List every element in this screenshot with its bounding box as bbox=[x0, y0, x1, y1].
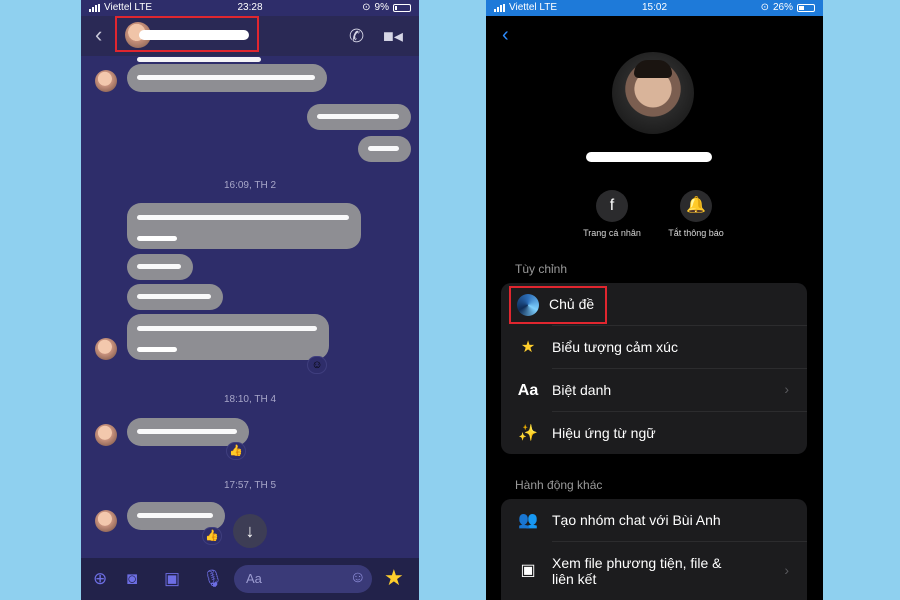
video-call-icon[interactable]: ■◂ bbox=[383, 26, 403, 47]
message-input[interactable]: Aa ☺ bbox=[234, 565, 372, 593]
plus-icon[interactable]: ⊕ bbox=[93, 569, 107, 589]
battery-percent: 26% bbox=[772, 2, 793, 13]
other-actions-group: 👥 Tạo nhóm chat với Bùi Anh ▣ Xem file p… bbox=[501, 499, 807, 600]
message-bubble bbox=[127, 284, 223, 310]
star-icon: ★ bbox=[520, 339, 536, 356]
smile-reaction-icon[interactable]: ☺ bbox=[307, 356, 327, 374]
message-bubble bbox=[127, 314, 329, 360]
message-timestamp: 16:09, TH 2 bbox=[223, 180, 277, 191]
status-bar: Viettel LTE 23:28 ⊙ 9% bbox=[81, 0, 419, 16]
message-bubble-sent bbox=[307, 104, 411, 130]
message-bubble-sent bbox=[358, 136, 411, 162]
setting-word-effects[interactable]: ✨ Hiệu ứng từ ngữ bbox=[501, 412, 807, 455]
avatar bbox=[95, 70, 117, 92]
setting-nickname[interactable]: Aa Biệt danh › bbox=[501, 369, 807, 412]
thumbs-up-reaction-icon[interactable]: 👍 bbox=[226, 442, 246, 460]
action-label: Xem file phương tiện, file & bbox=[552, 555, 722, 571]
message-timestamp: 18:10, TH 4 bbox=[223, 394, 277, 405]
message-bubble bbox=[127, 64, 327, 92]
action-label: Tạo nhóm chat với Bùi Anh bbox=[552, 512, 721, 528]
setting-emoji[interactable]: ★ Biểu tượng cảm xúc bbox=[501, 326, 807, 369]
action-label-line2: liên kết bbox=[552, 571, 597, 587]
action-view-media[interactable]: ▣ Xem file phương tiện, file & liên kết … bbox=[501, 542, 807, 600]
emoji-icon[interactable]: ☺ bbox=[350, 569, 366, 587]
scroll-down-arrow-icon[interactable]: ↓ bbox=[233, 514, 267, 548]
lock-rotation-icon: ⊙ bbox=[760, 2, 769, 13]
battery-icon bbox=[797, 3, 815, 12]
message-bubble bbox=[127, 502, 225, 530]
battery-percent: 9% bbox=[374, 2, 389, 13]
back-chevron-icon[interactable]: ‹ bbox=[95, 22, 102, 48]
section-title-customize: Tùy chỉnh bbox=[515, 262, 568, 276]
status-bar: Viettel LTE 15:02 ⊙ 26% bbox=[486, 0, 823, 16]
avatar bbox=[95, 510, 117, 532]
thumbs-up-reaction-icon[interactable]: 👍 bbox=[202, 527, 222, 545]
section-title-other-actions: Hành động khác bbox=[515, 478, 603, 492]
avatar bbox=[95, 338, 117, 360]
magic-wand-icon: ✨ bbox=[518, 425, 538, 442]
setting-label: Hiệu ứng từ ngữ bbox=[552, 425, 656, 441]
chat-header: ‹ ✆ ■◂ bbox=[81, 16, 419, 56]
profile-name-redacted bbox=[586, 152, 712, 162]
chat-settings-screen: Viettel LTE 15:02 ⊙ 26% ‹ f Trang cá nhâ… bbox=[486, 0, 823, 600]
message-bubble bbox=[127, 254, 193, 280]
chat-screen: Viettel LTE 23:28 ⊙ 9% ‹ ✆ ■◂ 16:09, TH … bbox=[81, 0, 419, 600]
setting-label: Biệt danh bbox=[552, 382, 612, 398]
lock-rotation-icon: ⊙ bbox=[362, 2, 371, 13]
battery-icon bbox=[393, 3, 411, 12]
avatar bbox=[95, 424, 117, 446]
highlight-box bbox=[509, 286, 607, 324]
group-icon: 👥 bbox=[518, 512, 538, 529]
phone-call-icon[interactable]: ✆ bbox=[349, 26, 364, 47]
gallery-icon[interactable]: ▣ bbox=[164, 569, 180, 589]
message-bubble bbox=[127, 203, 361, 249]
message-input-placeholder: Aa bbox=[246, 571, 262, 586]
image-icon: ▣ bbox=[520, 562, 536, 579]
chevron-right-icon: › bbox=[784, 381, 789, 397]
back-chevron-icon[interactable]: ‹ bbox=[502, 24, 509, 47]
profile-action-label: Trang cá nhân bbox=[583, 228, 641, 238]
camera-icon[interactable]: ◙ bbox=[127, 569, 137, 589]
text-aa-icon: Aa bbox=[517, 382, 539, 399]
highlight-box bbox=[115, 16, 259, 52]
message-timestamp: 17:57, TH 5 bbox=[223, 480, 277, 491]
bell-icon[interactable]: 🔔 bbox=[680, 190, 712, 222]
mute-action[interactable]: 🔔 Tắt thông báo bbox=[656, 190, 736, 238]
star-quick-reaction-icon[interactable]: ★ bbox=[384, 565, 404, 591]
action-create-group[interactable]: 👥 Tạo nhóm chat với Bùi Anh bbox=[501, 499, 807, 542]
setting-label: Biểu tượng cảm xúc bbox=[552, 339, 678, 355]
profile-avatar[interactable] bbox=[612, 52, 694, 134]
chevron-right-icon: › bbox=[784, 562, 789, 578]
microphone-icon[interactable]: 🎙 bbox=[202, 569, 224, 589]
message-composer: ⊕ ◙ ▣ 🎙 Aa ☺ ★ bbox=[81, 558, 419, 600]
mute-action-label: Tắt thông báo bbox=[668, 228, 724, 238]
profile-action[interactable]: f Trang cá nhân bbox=[572, 190, 652, 238]
facebook-icon[interactable]: f bbox=[596, 190, 628, 222]
